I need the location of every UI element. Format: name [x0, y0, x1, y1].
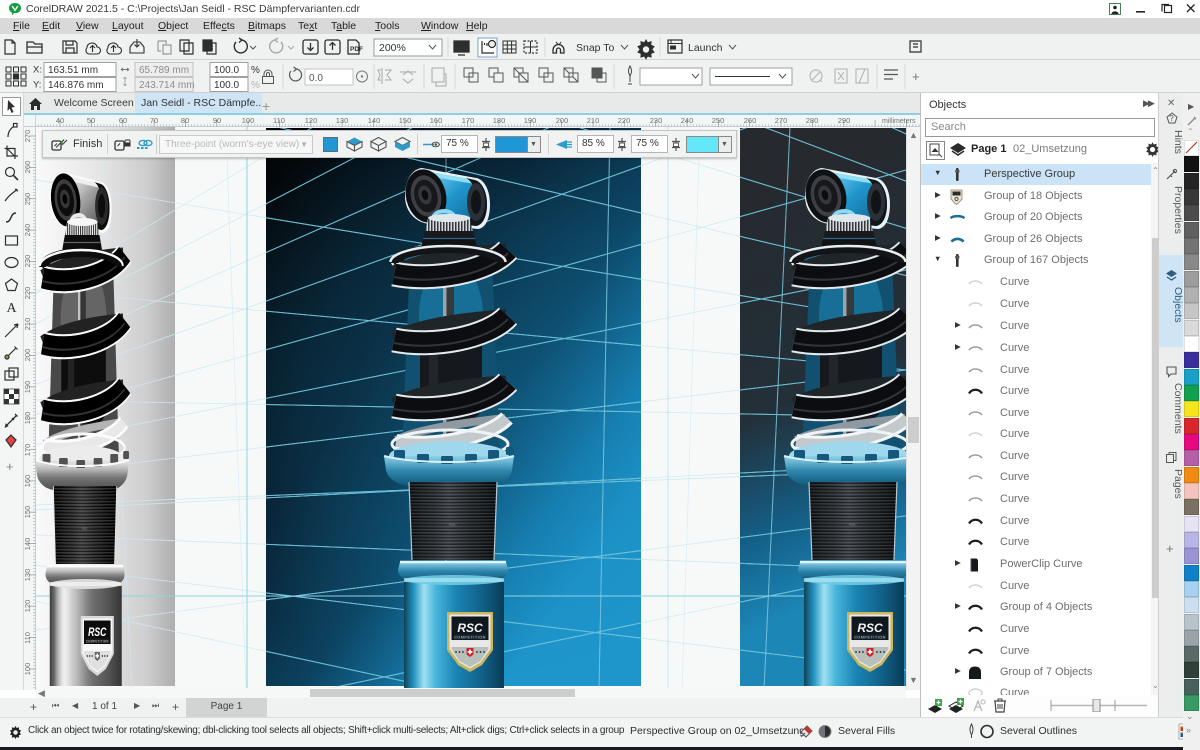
- svg-text:160: 160: [24, 475, 32, 488]
- svg-text:100: 100: [242, 116, 255, 125]
- svg-text:70: 70: [150, 116, 158, 125]
- svg-text:260: 260: [744, 116, 757, 125]
- svg-text:Snap To: Snap To: [576, 42, 614, 54]
- svg-text:170: 170: [462, 116, 475, 125]
- svg-text:?: ?: [1169, 114, 1174, 123]
- svg-text:A: A: [6, 301, 17, 315]
- svg-text:180: 180: [24, 412, 32, 425]
- svg-text:280: 280: [806, 116, 819, 125]
- svg-text:130: 130: [336, 116, 349, 125]
- svg-text:110: 110: [24, 632, 32, 644]
- svg-text:290: 290: [838, 116, 851, 125]
- svg-text:200: 200: [24, 349, 32, 362]
- svg-text:%: %: [251, 65, 260, 76]
- svg-text:80: 80: [181, 116, 189, 125]
- svg-text:180: 180: [493, 116, 506, 125]
- svg-text:PDF: PDF: [350, 46, 363, 53]
- svg-text:Y:: Y:: [33, 80, 41, 91]
- svg-text:150: 150: [399, 116, 412, 125]
- svg-text:%: %: [251, 80, 260, 91]
- svg-text:160: 160: [430, 116, 443, 125]
- svg-text:100.0: 100.0: [214, 80, 239, 91]
- svg-text:220: 220: [24, 287, 32, 300]
- svg-text:146.876 mm: 146.876 mm: [48, 80, 104, 91]
- svg-text:240: 240: [24, 224, 32, 237]
- svg-text:100.0: 100.0: [214, 65, 239, 76]
- svg-text:230: 230: [650, 116, 663, 125]
- svg-text:250: 250: [712, 116, 725, 125]
- svg-text:90: 90: [213, 116, 221, 125]
- svg-text:Launch: Launch: [688, 42, 723, 54]
- svg-text:190: 190: [24, 381, 32, 394]
- svg-text:163.51 mm: 163.51 mm: [48, 65, 98, 76]
- svg-text:210: 210: [587, 116, 600, 125]
- svg-text:200%: 200%: [379, 42, 406, 54]
- svg-text:50: 50: [87, 116, 95, 125]
- svg-text:230: 230: [24, 255, 32, 268]
- svg-text:240: 240: [681, 116, 694, 125]
- svg-text:190: 190: [524, 116, 537, 125]
- svg-text:120: 120: [305, 116, 318, 125]
- svg-text:150: 150: [24, 506, 32, 519]
- svg-text:220: 220: [618, 116, 631, 125]
- svg-text:40: 40: [56, 116, 64, 125]
- svg-text:270: 270: [775, 116, 788, 125]
- svg-text:120: 120: [24, 600, 32, 613]
- svg-text:170: 170: [24, 444, 32, 457]
- svg-text:X:: X:: [33, 65, 42, 76]
- svg-text:250: 250: [24, 193, 32, 206]
- svg-text:110: 110: [273, 116, 285, 125]
- svg-text:+: +: [912, 69, 920, 84]
- svg-text:210: 210: [24, 318, 32, 331]
- svg-text:270: 270: [24, 130, 32, 143]
- svg-text:65.789 mm: 65.789 mm: [139, 65, 189, 76]
- svg-text:200: 200: [556, 116, 569, 125]
- svg-text:60: 60: [119, 116, 127, 125]
- svg-text:0.0: 0.0: [309, 73, 323, 84]
- svg-text:260: 260: [24, 161, 32, 174]
- svg-text:140: 140: [24, 538, 32, 551]
- svg-text:millimeters: millimeters: [882, 118, 916, 125]
- svg-text:130: 130: [24, 569, 32, 582]
- svg-text:243.714 mm: 243.714 mm: [139, 80, 195, 91]
- svg-text:140: 140: [368, 116, 381, 125]
- svg-text:100: 100: [24, 663, 32, 676]
